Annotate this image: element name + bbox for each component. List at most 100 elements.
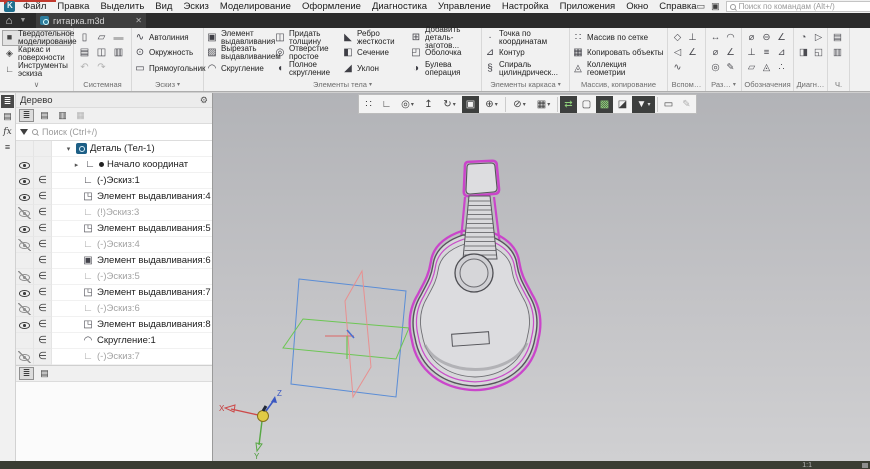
dropdown-caret-icon[interactable]: ▾ bbox=[453, 101, 456, 108]
show-all-button[interactable]: ↥ bbox=[420, 96, 437, 113]
picker-button[interactable]: ✎ bbox=[678, 96, 695, 113]
menu-item-1[interactable]: Правка bbox=[57, 1, 89, 12]
notation-perp-icon[interactable]: ⊥ bbox=[747, 47, 755, 58]
tree-row[interactable]: ∈▣Элемент выдавливания:6 bbox=[16, 253, 212, 269]
menu-item-11[interactable]: Окно bbox=[626, 1, 648, 12]
eye-visible-icon[interactable] bbox=[18, 159, 31, 171]
rebuild-button[interactable]: ⇄ bbox=[560, 96, 577, 113]
aux-plane-icon[interactable]: ◇ bbox=[674, 32, 681, 43]
group-menu-caret[interactable]: ▾ bbox=[177, 79, 180, 91]
tree-row[interactable]: ∈∟(-)Эскиз:5 bbox=[16, 269, 212, 285]
tree-search-input[interactable]: Поиск (Ctrl+/) bbox=[16, 124, 212, 141]
eye-hidden-icon[interactable] bbox=[18, 303, 31, 315]
notation-triangle-icon[interactable]: ⊿ bbox=[778, 47, 786, 58]
dropdown-caret-icon[interactable]: ▾ bbox=[523, 101, 526, 108]
mass-properties-icon[interactable]: ◨ bbox=[799, 47, 808, 58]
panel-structure-icon[interactable]: ▤ bbox=[1, 110, 14, 123]
measure-icon[interactable]: ◔ bbox=[801, 32, 807, 43]
expander-icon[interactable]: ▸ bbox=[72, 161, 81, 169]
orientation-cube-button[interactable]: ▣ bbox=[462, 96, 479, 113]
diameter-dimension-icon[interactable]: ⌀ bbox=[713, 47, 719, 58]
coordinate-planes[interactable] bbox=[283, 271, 409, 397]
preview-icon[interactable]: ◫ bbox=[97, 47, 106, 58]
included-icon[interactable]: ∈ bbox=[38, 175, 47, 186]
eye-visible-icon[interactable] bbox=[18, 191, 31, 203]
save-as-icon[interactable]: ▥ bbox=[114, 47, 123, 58]
rotate-button[interactable]: ↻▾ bbox=[438, 96, 461, 113]
presentation-icon[interactable]: ▣ bbox=[711, 1, 720, 12]
deviation-icon[interactable]: ◱ bbox=[814, 47, 823, 58]
grid-pattern-button[interactable]: ∷Массив по сетке bbox=[572, 30, 664, 46]
print-icon[interactable]: ▤ bbox=[80, 47, 89, 58]
included-icon[interactable]: ∈ bbox=[38, 287, 47, 298]
tree-structure-tab[interactable]: ≣ bbox=[19, 109, 34, 122]
notation-diameter-icon[interactable]: ⌀ bbox=[749, 32, 755, 43]
eye-hidden-icon[interactable] bbox=[18, 207, 31, 219]
included-icon[interactable]: ∈ bbox=[38, 351, 47, 362]
resize-grip[interactable] bbox=[862, 463, 868, 468]
included-icon[interactable]: ∈ bbox=[38, 335, 47, 346]
autoline-button[interactable]: ∿Автолиния bbox=[134, 30, 200, 46]
mode-tab-2[interactable]: ∟Инструменты эскиза bbox=[2, 62, 71, 78]
report-icon[interactable]: ▥ bbox=[833, 47, 842, 58]
panel-menu-icon[interactable]: ≡ bbox=[1, 140, 14, 153]
eye-visible-icon[interactable] bbox=[18, 287, 31, 299]
linear-dimension-icon[interactable]: ↔ bbox=[711, 32, 721, 43]
eye-visible-icon[interactable] bbox=[18, 319, 31, 331]
point-by-coords-button[interactable]: ∙Точка по координатам bbox=[484, 30, 566, 46]
add-stock-part-button[interactable]: ⊞Добавить деталь-заготов... bbox=[410, 30, 476, 46]
dropdown-caret-icon[interactable]: ▾ bbox=[411, 101, 414, 108]
rib-button[interactable]: ◣Ребро жесткости bbox=[342, 30, 408, 46]
rectangle-button[interactable]: ▭Прямоугольник bbox=[134, 61, 200, 77]
undo-icon[interactable]: ↶ bbox=[80, 62, 88, 73]
menu-item-5[interactable]: Моделирование bbox=[220, 1, 291, 12]
notation-mark-icon[interactable]: ◬ bbox=[763, 62, 770, 73]
tree-row[interactable]: ∈◳Элемент выдавливания:8 bbox=[16, 317, 212, 333]
shell-button[interactable]: ◰Оболочка bbox=[410, 46, 476, 62]
cut-extrude-button[interactable]: ▨Вырезать выдавливанием bbox=[206, 46, 272, 62]
group-menu-caret[interactable]: ▾ bbox=[733, 79, 736, 91]
menu-item-6[interactable]: Оформление bbox=[302, 1, 361, 12]
copy-objects-button[interactable]: ▦Копировать объекты bbox=[572, 46, 664, 62]
mode-tab-1[interactable]: ◈Каркас и поверхности bbox=[2, 46, 71, 62]
helix-button[interactable]: §Спираль цилиндрическ... bbox=[484, 61, 566, 77]
group-menu-caret[interactable]: ▾ bbox=[369, 79, 372, 91]
aux-axis-icon[interactable]: ⊥ bbox=[688, 32, 696, 43]
relations-tab[interactable]: ▥ bbox=[55, 109, 70, 122]
menu-item-8[interactable]: Управление bbox=[438, 1, 491, 12]
boolean-button[interactable]: ◑Булева операция bbox=[410, 61, 476, 77]
sketch-mode-button[interactable]: ∟ bbox=[378, 96, 395, 113]
panel-variables-icon[interactable]: fx bbox=[1, 125, 14, 138]
zoom-button[interactable]: ◎▾ bbox=[396, 96, 419, 113]
3d-viewport[interactable]: ∷∟◎▾↥↻▾▣⊕▾⊘▾▦▾⇄▢▩◪▼▾▭✎ bbox=[213, 93, 870, 461]
zx-plane[interactable] bbox=[283, 319, 409, 359]
filter-funnel-icon[interactable] bbox=[20, 129, 28, 135]
menu-item-3[interactable]: Вид bbox=[155, 1, 172, 12]
check-icon[interactable]: ▷ bbox=[815, 32, 822, 43]
draft-button[interactable]: ◢Уклон bbox=[342, 61, 408, 77]
document-tab[interactable]: гитарка.m3d ✕ bbox=[36, 13, 146, 28]
tree-row[interactable]: ∈∟(-)Эскиз:6 bbox=[16, 301, 212, 317]
guitar-3d-model[interactable] bbox=[410, 161, 541, 390]
aux-plane-angle-icon[interactable]: ◁ bbox=[674, 47, 681, 58]
included-icon[interactable]: ∈ bbox=[38, 239, 47, 250]
mode-tab-0[interactable]: ■Твердотельное моделирование bbox=[2, 30, 71, 46]
notation-angle-icon[interactable]: ∠ bbox=[777, 32, 786, 43]
new-document-icon[interactable]: ▯ bbox=[82, 32, 88, 43]
guitar-headstock[interactable] bbox=[466, 163, 497, 194]
active-view-button[interactable]: ▩ bbox=[596, 96, 613, 113]
model-tree-tab[interactable]: ≣ bbox=[19, 367, 34, 380]
tree-row[interactable]: ∈∟(-)Эскиз:7 bbox=[16, 349, 212, 365]
eye-visible-icon[interactable] bbox=[18, 175, 31, 187]
tree-row[interactable]: ∈∟(-)Эскиз:4 bbox=[16, 237, 212, 253]
tolerance-icon[interactable]: ◎ bbox=[711, 62, 719, 73]
aux-angle-icon[interactable]: ∠ bbox=[688, 47, 697, 58]
angle-dimension-icon[interactable]: ∠ bbox=[726, 47, 735, 58]
tree-row[interactable]: ∈∟(!)Эскиз:3 bbox=[16, 205, 212, 221]
menu-item-0[interactable]: Файл bbox=[23, 1, 46, 12]
app-logo-icon[interactable] bbox=[4, 1, 15, 12]
full-round-button[interactable]: ◖Полное скругление bbox=[274, 61, 340, 77]
tree-row[interactable]: ∈∟(-)Эскиз:1 bbox=[16, 173, 212, 189]
tree-row[interactable]: ▸∟Начало координат bbox=[16, 157, 212, 173]
section-view-button[interactable]: ◪ bbox=[614, 96, 631, 113]
